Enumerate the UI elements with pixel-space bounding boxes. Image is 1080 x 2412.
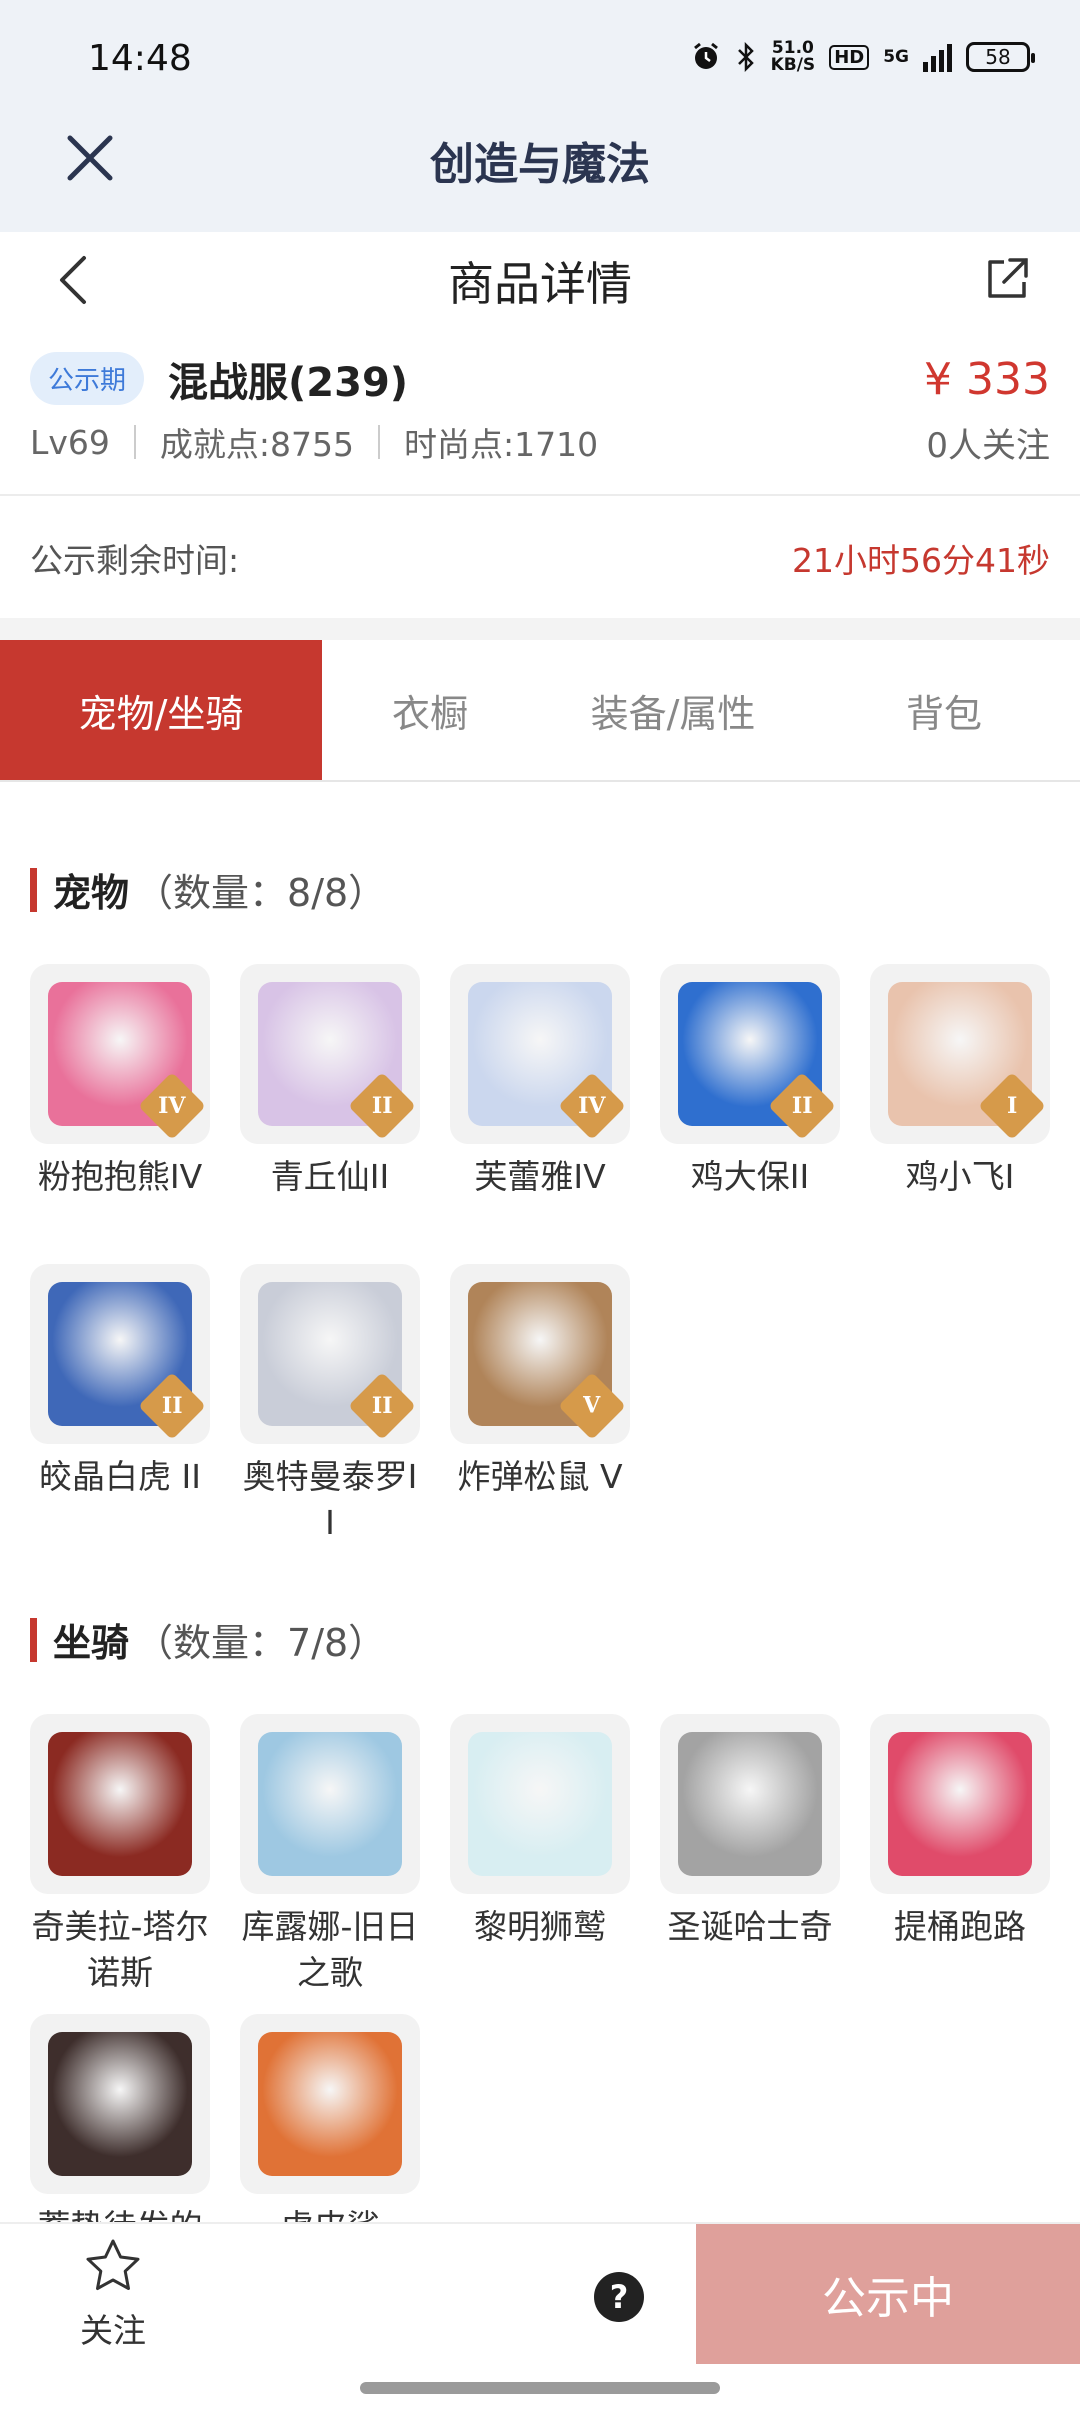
mount-thumbnail: [870, 1714, 1050, 1894]
tab-pets-mounts[interactable]: 宠物/坐骑: [0, 640, 322, 780]
section-accent: [30, 1617, 37, 1662]
mount-thumbnail: [240, 1714, 420, 1894]
mount-item[interactable]: 提桶跑路: [870, 1714, 1050, 2014]
mount-thumbnail: [30, 2014, 210, 2194]
mount-label: 黎明狮鹫: [474, 1907, 606, 1946]
pet-label: 青丘仙II: [270, 1157, 390, 1196]
home-indicator: [360, 2382, 720, 2394]
hd-icon: HD: [829, 44, 870, 70]
mount-image: [258, 1732, 402, 1876]
pet-label: 粉抱抱熊IV: [37, 1157, 203, 1196]
mount-label: 库露娜-旧日之歌: [241, 1907, 419, 1992]
alarm-icon: [693, 42, 718, 69]
mount-image: [48, 1732, 192, 1876]
mount-label: 奇美拉-塔尔诺斯: [31, 1907, 209, 1992]
section-gap: [0, 618, 1080, 640]
network-type: 5G: [883, 46, 909, 67]
follow-label: 关注: [80, 2311, 146, 2350]
pet-thumbnail: II: [30, 1264, 210, 1444]
pet-thumbnail: IV: [30, 964, 210, 1144]
mount-label: 圣诞哈士奇: [667, 1907, 833, 1946]
countdown-value: 21小时56分41秒: [792, 541, 1050, 580]
item-stats: Lv69 成就点:8755 时尚点:1710: [30, 418, 598, 466]
mount-image: [468, 1732, 612, 1876]
pet-thumbnail: II: [240, 964, 420, 1144]
pet-item[interactable]: II 奥特曼泰罗II: [240, 1264, 420, 1564]
pets-grid: IV 粉抱抱熊IV II 青丘仙II IV 芙蕾雅IV II 鸡大保II I 鸡小飞I II 皎晶白虎…: [30, 964, 1050, 1564]
pet-label: 奥特曼泰罗II: [242, 1457, 418, 1542]
pet-thumbnail: II: [660, 964, 840, 1144]
item-price: ¥ 333: [924, 354, 1050, 405]
mounts-section-header: 坐骑 （数量：7/8）: [30, 1612, 386, 1667]
share-icon[interactable]: [982, 254, 1032, 304]
mount-thumbnail: [450, 1714, 630, 1894]
pet-label: 炸弹松鼠 V: [457, 1457, 623, 1496]
pet-thumbnail: V: [450, 1264, 630, 1444]
mount-item[interactable]: 圣诞哈士奇: [660, 1714, 840, 2014]
net-speed: 51.0 KB/S: [770, 38, 816, 75]
pet-item[interactable]: V 炸弹松鼠 V: [450, 1264, 630, 1564]
divider: [133, 425, 136, 459]
top-band: [0, 0, 1080, 232]
mount-item[interactable]: 黎明狮鹫: [450, 1714, 630, 2014]
page-title: 商品详情: [448, 257, 632, 311]
fashion-points: 时尚点:1710: [404, 425, 599, 464]
mount-image: [48, 2032, 192, 2176]
achievement-points: 成就点:8755: [159, 425, 355, 464]
follow-button[interactable]: 关注: [68, 2236, 158, 2352]
pet-item[interactable]: I 鸡小飞I: [870, 964, 1050, 1264]
pet-label: 芙蕾雅IV: [474, 1157, 606, 1196]
pet-item[interactable]: IV 芙蕾雅IV: [450, 964, 630, 1264]
tab-backpack[interactable]: 背包: [808, 640, 1080, 780]
divider: [378, 425, 381, 459]
mount-thumbnail: [240, 2014, 420, 2194]
help-icon[interactable]: ?: [594, 2272, 644, 2322]
tab-equipment[interactable]: 装备/属性: [538, 640, 808, 780]
pets-section-header: 宠物 （数量：8/8）: [30, 862, 386, 917]
pet-thumbnail: IV: [450, 964, 630, 1144]
item-info: 公示期 混战服(239) ¥ 333 Lv69 成就点:8755 时尚点:171…: [30, 350, 1050, 466]
countdown-row: 公示剩余时间: 21小时56分41秒: [30, 534, 1050, 582]
publicity-button[interactable]: 公示中: [696, 2224, 1080, 2364]
follow-count: 0人关注: [926, 426, 1050, 466]
mount-thumbnail: [660, 1714, 840, 1894]
battery-icon: 58: [966, 42, 1035, 72]
status-icons: 51.0 KB/S HD 5G 58: [691, 38, 1035, 75]
mount-item[interactable]: 库露娜-旧日之歌: [240, 1714, 420, 2014]
pet-item[interactable]: II 青丘仙II: [240, 964, 420, 1264]
pet-label: 皎晶白虎 II: [39, 1457, 201, 1496]
pet-item[interactable]: II 鸡大保II: [660, 964, 840, 1264]
signal-icon: [923, 42, 952, 72]
bottom-bar: 关注 ? 公示中: [0, 2222, 1080, 2412]
divider: [0, 494, 1080, 496]
section-title: 坐骑: [53, 1621, 130, 1665]
mount-image: [258, 2032, 402, 2176]
section-accent: [30, 867, 37, 912]
bluetooth-icon: [737, 42, 754, 72]
app-title: 创造与魔法: [430, 139, 650, 190]
mount-image: [678, 1732, 822, 1876]
pet-thumbnail: II: [240, 1264, 420, 1444]
page-header: 商品详情: [0, 232, 1080, 332]
pet-item[interactable]: IV 粉抱抱熊IV: [30, 964, 210, 1264]
mount-thumbnail: [30, 1714, 210, 1894]
pet-label: 鸡小飞I: [905, 1157, 1015, 1196]
mount-label: 提桶跑路: [894, 1907, 1026, 1946]
section-title: 宠物: [53, 871, 130, 915]
section-count: （数量：8/8）: [135, 871, 387, 915]
status-badge: 公示期: [30, 352, 145, 405]
countdown-label: 公示剩余时间:: [30, 541, 240, 580]
tab-bar: 宠物/坐骑 衣橱 装备/属性 背包: [0, 640, 1080, 782]
pet-item[interactable]: II 皎晶白虎 II: [30, 1264, 210, 1564]
pet-thumbnail: I: [870, 964, 1050, 1144]
star-icon: [86, 2239, 140, 2290]
pet-label: 鸡大保II: [690, 1157, 810, 1196]
tab-wardrobe[interactable]: 衣橱: [322, 640, 538, 780]
level: Lv69: [30, 422, 110, 462]
mount-image: [888, 1732, 1032, 1876]
mount-item[interactable]: 奇美拉-塔尔诺斯: [30, 1714, 210, 2014]
section-count: （数量：7/8）: [135, 1621, 387, 1665]
item-name: 混战服(239): [168, 360, 409, 406]
status-time: 14:48: [88, 38, 192, 79]
